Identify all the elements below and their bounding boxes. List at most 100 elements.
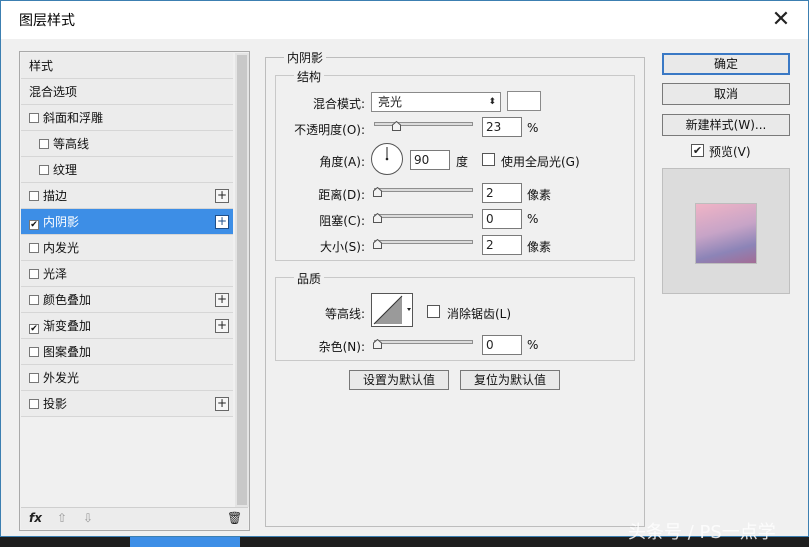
checkbox-icon[interactable]	[39, 165, 49, 175]
dropdown-arrow-icon: ⬍	[488, 97, 496, 107]
noise-slider[interactable]	[373, 337, 473, 349]
blend-color-swatch[interactable]	[507, 91, 541, 111]
style-item[interactable]: 光泽	[21, 261, 233, 287]
slider-track	[374, 188, 473, 192]
style-item-label: 纹理	[53, 163, 78, 177]
style-item[interactable]: ✔ 渐变叠加 +	[21, 313, 233, 339]
distance-input[interactable]: 2	[482, 183, 522, 203]
blend-mode-select[interactable]: 亮光 ⬍	[371, 92, 501, 112]
noise-input[interactable]: 0	[482, 335, 522, 355]
style-item-label: 颜色叠加	[43, 293, 92, 307]
size-label: 大小(S):	[319, 240, 365, 254]
preview-label: 预览(V)	[709, 145, 751, 159]
fx-icon[interactable]: fx	[29, 511, 42, 525]
styles-footer: fx ⇧ ⇩ 🗑	[21, 507, 248, 529]
slider-thumb-icon[interactable]	[373, 213, 382, 223]
slider-thumb-icon[interactable]	[373, 339, 382, 349]
blend-mode-value: 亮光	[378, 95, 403, 109]
angle-needle-icon	[385, 147, 389, 161]
reset-default-button[interactable]: 复位为默认值	[460, 370, 560, 390]
checkbox-icon[interactable]	[29, 269, 39, 279]
style-item-label: 图案叠加	[43, 345, 92, 359]
add-effect-icon[interactable]: +	[215, 293, 229, 307]
style-item[interactable]: 样式	[21, 53, 233, 79]
styles-scrollbar[interactable]	[235, 53, 249, 507]
style-item[interactable]: 混合选项	[21, 79, 233, 105]
noise-unit: %	[527, 338, 539, 352]
size-slider[interactable]	[373, 237, 473, 249]
slider-thumb-icon[interactable]	[373, 187, 382, 197]
opacity-label: 不透明度(O):	[294, 123, 365, 137]
size-input[interactable]: 2	[482, 235, 522, 255]
layer-style-dialog: 图层样式 ✕ 样式 混合选项 斜面和浮雕 等高线 纹理 描边 + ✔ 内阴影 + 内发光 光泽 颜色叠加…	[0, 0, 809, 537]
style-item-label: 描边	[43, 189, 68, 203]
close-icon: ✕	[771, 7, 791, 32]
style-item-label: 渐变叠加	[43, 319, 92, 333]
angle-input[interactable]: 90	[410, 150, 450, 170]
slider-track	[374, 214, 473, 218]
add-effect-icon[interactable]: +	[215, 189, 229, 203]
distance-slider[interactable]	[373, 185, 473, 197]
checkbox-icon[interactable]	[29, 113, 39, 123]
add-effect-icon[interactable]: +	[215, 397, 229, 411]
angle-dial[interactable]	[371, 143, 403, 175]
set-default-button[interactable]: 设置为默认值	[349, 370, 449, 390]
choke-unit: %	[527, 212, 539, 226]
size-unit: 像素	[527, 240, 552, 254]
move-up-icon[interactable]: ⇧	[57, 511, 67, 525]
scrollbar-thumb[interactable]	[237, 55, 247, 505]
add-effect-icon[interactable]: +	[215, 319, 229, 333]
preview-checkbox[interactable]: ✔	[691, 144, 704, 157]
add-effect-icon[interactable]: +	[215, 215, 229, 229]
style-item[interactable]: 纹理	[21, 157, 233, 183]
global-light-checkbox[interactable]	[482, 153, 495, 166]
opacity-unit: %	[527, 121, 539, 135]
ok-button[interactable]: 确定	[662, 53, 790, 75]
opacity-slider[interactable]	[374, 119, 473, 131]
distance-unit: 像素	[527, 188, 552, 202]
opacity-input[interactable]: 23	[482, 117, 522, 137]
choke-slider[interactable]	[373, 211, 473, 223]
checkbox-icon[interactable]	[29, 243, 39, 253]
antialias-checkbox[interactable]	[427, 305, 440, 318]
distance-label: 距离(D):	[318, 188, 365, 202]
style-item-label: 外发光	[43, 371, 80, 385]
slider-thumb-icon[interactable]	[392, 121, 402, 131]
style-item[interactable]: 颜色叠加 +	[21, 287, 233, 313]
dialog-title: 图层样式	[19, 13, 75, 29]
style-item[interactable]: 斜面和浮雕	[21, 105, 233, 131]
slider-track	[374, 122, 473, 126]
styles-panel: 样式 混合选项 斜面和浮雕 等高线 纹理 描边 + ✔ 内阴影 + 内发光 光泽 颜色叠加 + ✔ 渐变叠加 +…	[19, 51, 250, 531]
watermark-text: 头条号 / PS一点学	[628, 522, 776, 543]
checkbox-icon[interactable]	[29, 191, 39, 201]
checkbox-icon[interactable]	[39, 139, 49, 149]
style-item-label: 样式	[29, 59, 54, 73]
checkbox-icon[interactable]	[29, 399, 39, 409]
section-title: 内阴影	[284, 49, 327, 66]
style-item[interactable]: 投影 +	[21, 391, 233, 417]
style-item[interactable]: 等高线	[21, 131, 233, 157]
checkbox-icon[interactable]	[29, 347, 39, 357]
contour-picker[interactable]	[371, 293, 413, 327]
style-item[interactable]: ✔ 内阴影 +	[21, 209, 233, 235]
contour-curve-icon	[373, 295, 411, 325]
choke-label: 阻塞(C):	[319, 214, 365, 228]
style-item[interactable]: 图案叠加	[21, 339, 233, 365]
trash-icon[interactable]: 🗑	[227, 511, 242, 525]
structure-title: 结构	[294, 68, 325, 85]
checked-checkbox-icon[interactable]: ✔	[29, 324, 39, 334]
checkbox-icon[interactable]	[29, 373, 39, 383]
choke-input[interactable]: 0	[482, 209, 522, 229]
close-button[interactable]: ✕	[768, 7, 794, 33]
style-item[interactable]: 内发光	[21, 235, 233, 261]
style-item[interactable]: 外发光	[21, 365, 233, 391]
cancel-button[interactable]: 取消	[662, 83, 790, 105]
move-down-icon[interactable]: ⇩	[83, 511, 93, 525]
checkbox-icon[interactable]	[29, 295, 39, 305]
checked-checkbox-icon[interactable]: ✔	[29, 220, 39, 230]
angle-unit: 度	[456, 155, 469, 169]
new-style-button[interactable]: 新建样式(W)...	[662, 114, 790, 136]
style-item[interactable]: 描边 +	[21, 183, 233, 209]
style-item-label: 等高线	[53, 137, 90, 151]
slider-thumb-icon[interactable]	[373, 239, 382, 249]
